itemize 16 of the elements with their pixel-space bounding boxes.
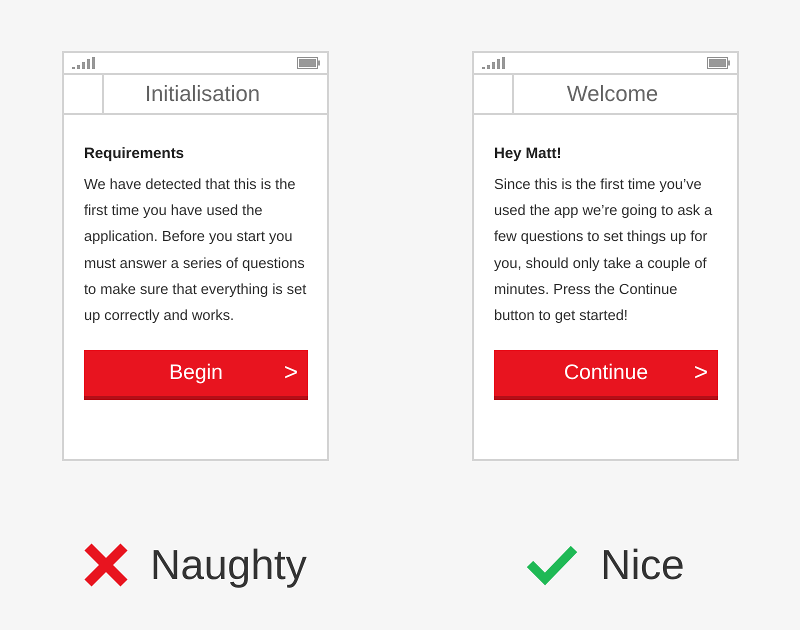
heading: Hey Matt!	[494, 145, 563, 162]
continue-button[interactable]: Begin >	[84, 350, 308, 400]
signal-icon	[482, 57, 506, 69]
continue-button[interactable]: Continue >	[494, 350, 718, 400]
signal-icon	[72, 57, 96, 69]
heading: Requirements	[84, 145, 186, 162]
battery-icon	[297, 57, 320, 69]
verdict-label: Nice	[600, 541, 685, 589]
check-icon	[526, 544, 578, 586]
battery-icon	[707, 57, 730, 69]
screen-title: Welcome	[566, 80, 660, 108]
body-text: Since this is the first time you’ve used the app we’re going to ask a few questions to set things up for you, should only take a couple of minutes. Press the Continue button to get started!	[494, 176, 714, 326]
screen-title: Initialisation	[144, 80, 261, 108]
body-text: We have detected that this is the first time you have used the application. Before you start you must answer a series of questions to make sure that everything is set up correctly and works.	[84, 176, 307, 326]
cross-icon	[84, 543, 128, 587]
verdict-label: Naughty	[150, 541, 307, 589]
